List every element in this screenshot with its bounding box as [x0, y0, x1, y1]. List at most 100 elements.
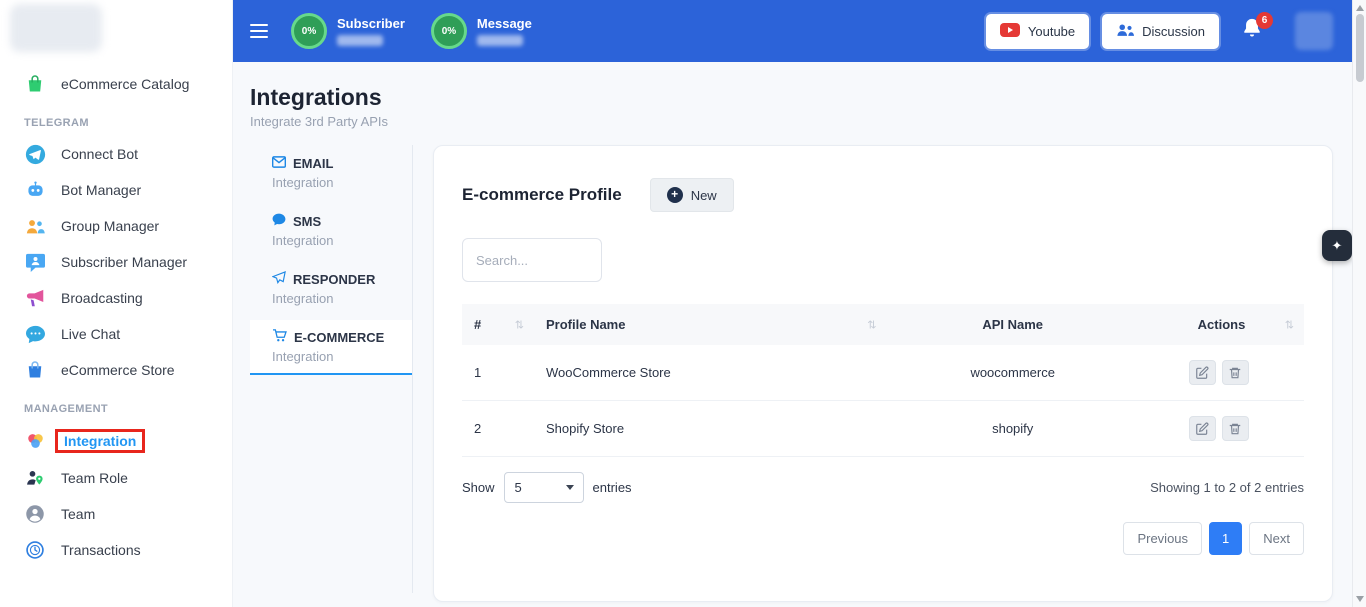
megaphone-icon	[24, 287, 46, 309]
card-title: E-commerce Profile	[462, 185, 622, 205]
edit-button[interactable]	[1189, 416, 1216, 441]
shopping-bag-green-icon	[24, 73, 46, 95]
sidebar-item-connect-bot[interactable]: Connect Bot	[0, 136, 232, 172]
person-pin-icon	[24, 467, 46, 489]
sidebar-item-label: Transactions	[61, 542, 141, 558]
notification-count-badge: 6	[1256, 12, 1273, 29]
team-circle-icon	[24, 503, 46, 525]
email-icon	[272, 156, 286, 171]
robot-icon	[24, 179, 46, 201]
clock-circle-icon	[24, 539, 46, 561]
sidebar-item-label: Subscriber Manager	[61, 254, 187, 270]
subscriber-metric-label: Subscriber	[337, 16, 405, 31]
tab-email-integration[interactable]: EMAIL Integration	[250, 147, 412, 199]
sidebar-item-integration[interactable]: Integration	[0, 422, 232, 460]
edit-button[interactable]	[1189, 360, 1216, 385]
sidebar-item-ecommerce-catalog[interactable]: eCommerce Catalog	[0, 66, 232, 102]
delete-button[interactable]	[1222, 360, 1249, 385]
app-window: eCommerce Catalog TELEGRAM Connect Bot B…	[0, 0, 1366, 607]
column-header-label: Profile Name	[546, 317, 625, 332]
subscriber-metric-value-redacted	[337, 35, 383, 46]
discussion-button[interactable]: Discussion	[1102, 14, 1219, 49]
message-progress-ring: 0%	[431, 13, 467, 49]
column-header-number[interactable]: # ⇅	[462, 304, 534, 345]
users-group-icon	[24, 215, 46, 237]
scrollbar-up-arrow[interactable]	[1356, 5, 1364, 11]
sidebar-item-live-chat[interactable]: Live Chat	[0, 316, 232, 352]
youtube-button[interactable]: Youtube	[986, 14, 1089, 49]
sidebar-item-label: Group Manager	[61, 218, 159, 234]
sidebar-item-label: Broadcasting	[61, 290, 143, 306]
cell-api-name: shopify	[886, 401, 1139, 457]
page-size-select[interactable]: 5	[504, 472, 584, 503]
sort-icon[interactable]: ⇅	[515, 318, 524, 331]
hamburger-menu-icon[interactable]	[250, 24, 268, 38]
sidebar-item-label: Connect Bot	[61, 146, 138, 162]
cell-number: 1	[462, 345, 534, 401]
cell-api-name: woocommerce	[886, 345, 1139, 401]
tab-subtitle: Integration	[272, 349, 402, 364]
table-row: 2 Shopify Store shopify	[462, 401, 1304, 457]
column-header-actions[interactable]: Actions ⇅	[1139, 304, 1304, 345]
column-header-profile-name[interactable]: Profile Name ⇅	[534, 304, 886, 345]
tab-subtitle: Integration	[272, 175, 402, 190]
cell-number: 2	[462, 401, 534, 457]
plus-circle-icon: +	[667, 187, 683, 203]
tab-sms-integration[interactable]: SMS Integration	[250, 204, 412, 257]
table-header-row: # ⇅ Profile Name ⇅ API Name	[462, 304, 1304, 345]
new-profile-button[interactable]: + New	[650, 178, 734, 212]
sidebar-item-transactions[interactable]: Transactions	[0, 532, 232, 568]
subscriber-progress-ring: 0%	[291, 13, 327, 49]
column-header-api-name[interactable]: API Name	[886, 304, 1139, 345]
entries-label: entries	[593, 480, 632, 495]
sidebar: eCommerce Catalog TELEGRAM Connect Bot B…	[0, 0, 233, 607]
sidebar-item-label: Integration	[64, 433, 136, 449]
scrollbar-thumb[interactable]	[1356, 14, 1364, 82]
pagination-page-1-button[interactable]: 1	[1209, 522, 1242, 555]
top-navbar: 0% Subscriber 0% Message Youtube	[233, 0, 1366, 62]
sort-icon[interactable]: ⇅	[1285, 318, 1294, 331]
tab-ecommerce-integration[interactable]: E-COMMERCE Integration	[250, 320, 412, 375]
sidebar-item-broadcasting[interactable]: Broadcasting	[0, 280, 232, 316]
integration-venn-icon	[24, 430, 46, 452]
sidebar-section-telegram: TELEGRAM	[0, 102, 232, 136]
pagination: Previous 1 Next	[462, 522, 1304, 555]
search-input[interactable]	[462, 238, 602, 282]
ecommerce-profile-card: E-commerce Profile + New # ⇅	[433, 145, 1333, 602]
user-avatar[interactable]	[1295, 12, 1333, 50]
show-label: Show	[462, 480, 495, 495]
annotation-highlight-box: Integration	[55, 429, 145, 453]
page-subtitle: Integrate 3rd Party APIs	[250, 114, 1333, 129]
profiles-table: # ⇅ Profile Name ⇅ API Name	[462, 304, 1304, 457]
youtube-icon	[1000, 23, 1020, 40]
sidebar-item-team[interactable]: Team	[0, 496, 232, 532]
chat-bubble-icon	[24, 323, 46, 345]
sidebar-item-label: Team Role	[61, 470, 128, 486]
delete-button[interactable]	[1222, 416, 1249, 441]
tab-title: SMS	[293, 214, 321, 229]
tab-subtitle: Integration	[272, 233, 402, 248]
column-header-label: Actions	[1198, 317, 1246, 332]
notification-bell-icon[interactable]: 6	[1241, 17, 1263, 45]
sidebar-item-team-role[interactable]: Team Role	[0, 460, 232, 496]
sort-icon[interactable]: ⇅	[867, 318, 876, 331]
sidebar-item-group-manager[interactable]: Group Manager	[0, 208, 232, 244]
sidebar-item-bot-manager[interactable]: Bot Manager	[0, 172, 232, 208]
scrollbar-down-arrow[interactable]	[1356, 596, 1364, 602]
integration-subnav: EMAIL Integration SMS Integration	[250, 145, 413, 593]
sidebar-item-ecommerce-store[interactable]: eCommerce Store	[0, 352, 232, 388]
cell-actions	[1139, 345, 1304, 401]
browser-scrollbar[interactable]	[1352, 0, 1366, 607]
sidebar-item-subscriber-manager[interactable]: Subscriber Manager	[0, 244, 232, 280]
pagination-next-button[interactable]: Next	[1249, 522, 1304, 555]
sidebar-item-label: eCommerce Store	[61, 362, 175, 378]
main-area: 0% Subscriber 0% Message Youtube	[233, 0, 1366, 607]
pagination-previous-button[interactable]: Previous	[1123, 522, 1202, 555]
cell-actions	[1139, 401, 1304, 457]
tab-responder-integration[interactable]: RESPONDER Integration	[250, 262, 412, 315]
telegram-icon	[24, 143, 46, 165]
assistant-fab-sparkle-icon[interactable]: ✦	[1322, 230, 1352, 261]
message-metric-label: Message	[477, 16, 532, 31]
message-metric-value-redacted	[477, 35, 523, 46]
cell-profile-name: Shopify Store	[534, 401, 886, 457]
